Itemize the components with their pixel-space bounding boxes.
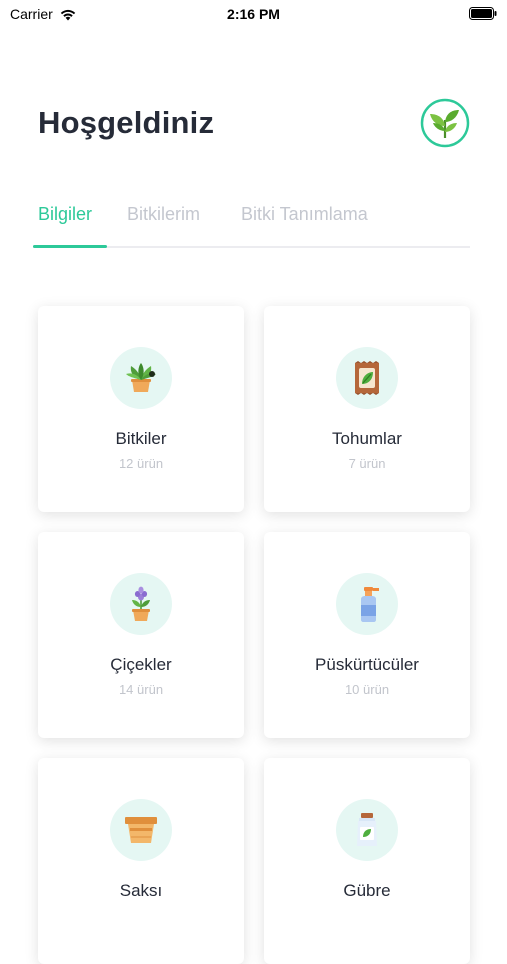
category-name: Saksı	[119, 881, 163, 900]
category-card-puskurtuculer[interactable]: Püskürtücüler 10 ürün	[264, 532, 470, 738]
category-card-tohumlar[interactable]: Tohumlar 7 ürün	[264, 306, 470, 512]
category-count: 7 ürün	[348, 456, 386, 471]
category-count: 10 ürün	[344, 682, 390, 697]
category-count: 14 ürün	[118, 682, 164, 697]
fertilizer-jar-icon	[357, 813, 377, 846]
seed-packet-icon	[355, 361, 379, 395]
planter-box-icon	[125, 817, 157, 843]
category-name: Püskürtücüler	[315, 655, 419, 674]
active-tab-indicator	[33, 245, 107, 248]
category-name: Gübre	[343, 881, 391, 900]
tab-bitkilerim[interactable]: Bitkilerim	[127, 204, 200, 225]
icon-circle	[110, 347, 172, 409]
category-name: Bitkiler	[115, 429, 167, 448]
tab-bitki-tanimlama[interactable]: Bitki Tanımlama	[241, 204, 368, 225]
potted-plant-icon	[126, 363, 156, 392]
icon-circle	[110, 573, 172, 635]
category-name: Çiçekler	[110, 655, 172, 674]
battery-icon	[469, 7, 497, 20]
icon-circle	[336, 573, 398, 635]
category-card-cicekler[interactable]: Çiçekler 14 ürün	[38, 532, 244, 738]
header: Hoşgeldiniz	[38, 98, 470, 148]
icon-circle	[110, 799, 172, 861]
icon-circle	[336, 347, 398, 409]
category-card-gubre[interactable]: Gübre	[264, 758, 470, 964]
category-count: 12 ürün	[118, 456, 164, 471]
status-time: 2:16 PM	[227, 6, 280, 22]
tab-bar: Bilgiler Bitkilerim Bitki Tanımlama	[33, 200, 470, 248]
tab-bilgiler[interactable]: Bilgiler	[38, 204, 92, 225]
spray-bottle-icon	[361, 587, 379, 622]
category-card-saksi[interactable]: Saksı	[38, 758, 244, 964]
flower-pot-icon	[132, 586, 150, 621]
plant-logo-icon	[420, 98, 470, 148]
page-title: Hoşgeldiniz	[38, 105, 215, 140]
category-name: Tohumlar	[332, 429, 402, 448]
category-card-bitkiler[interactable]: Bitkiler 12 ürün	[38, 306, 244, 512]
status-bar: Carrier 2:16 PM	[0, 0, 507, 28]
icon-circle	[336, 799, 398, 861]
